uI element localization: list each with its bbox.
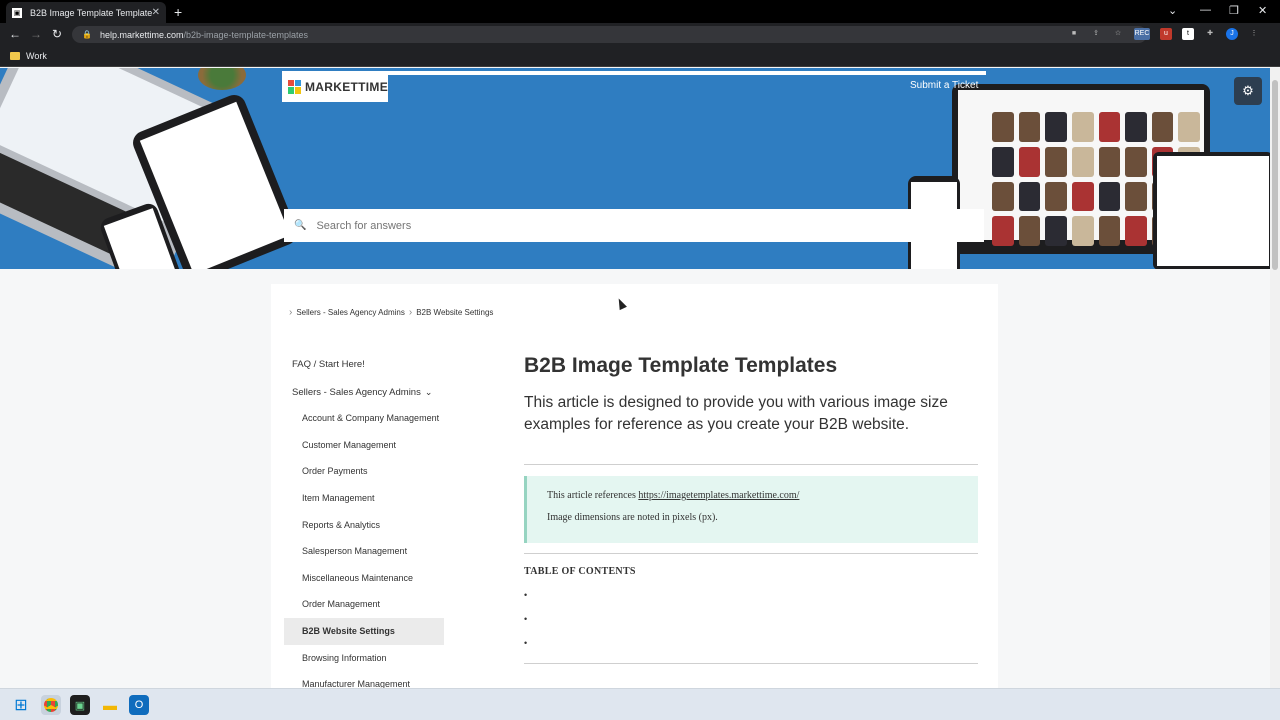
toc-item[interactable]: •: [524, 590, 527, 600]
search-box[interactable]: 🔍: [284, 209, 984, 242]
bookmark-star-icon[interactable]: ☆: [1112, 28, 1124, 40]
sidebar-item-account[interactable]: Account & Company Management: [284, 405, 444, 432]
web-page: MARKETTIME Submit a Ticket ⚙ 🔍 › Sellers…: [0, 68, 1270, 688]
toc-item[interactable]: •: [524, 614, 527, 624]
rec-extension-icon[interactable]: REC: [1134, 28, 1150, 40]
toc-item[interactable]: •: [524, 638, 527, 648]
windows-taskbar: ⊞ ▣ ▬ O: [0, 688, 1280, 720]
article-subtitle: This article is designed to provide you …: [524, 394, 948, 433]
sidebar-item-browsing[interactable]: Browsing Information: [284, 645, 444, 672]
toc-title: TABLE OF CONTENTS: [524, 566, 636, 577]
share-icon[interactable]: ⇪: [1090, 28, 1102, 40]
new-tab-icon[interactable]: +: [174, 4, 182, 20]
profile-avatar-icon[interactable]: J: [1226, 28, 1238, 40]
page-scrollbar[interactable]: [1270, 68, 1280, 688]
sidebar-item-sellers[interactable]: Sellers - Sales Agency Admins ⌄: [284, 379, 444, 406]
sidebar-item-order-payments[interactable]: Order Payments: [284, 458, 444, 485]
hero-banner: MARKETTIME Submit a Ticket ⚙ 🔍: [0, 68, 1270, 269]
bookmark-label: Work: [26, 51, 47, 61]
chevron-right-icon: ›: [408, 307, 413, 318]
menu-kebab-icon[interactable]: ⋮: [1248, 28, 1260, 40]
submit-ticket-link[interactable]: Submit a Ticket: [910, 80, 978, 91]
search-input[interactable]: [314, 218, 915, 233]
camera-icon[interactable]: ■: [1068, 28, 1080, 40]
browser-tab-bar: ▣ B2B Image Template Templates ✕ + ⌄ — ❐…: [0, 0, 1280, 23]
logo-mark-icon: [288, 79, 301, 94]
back-icon[interactable]: ←: [9, 27, 21, 41]
scrollbar-thumb[interactable]: [1272, 80, 1278, 270]
sidebar-item-b2b-website-settings[interactable]: B2B Website Settings: [284, 617, 444, 645]
url-path: /b2b-image-template-templates: [183, 29, 309, 40]
site-favicon-icon: ▣: [12, 7, 22, 18]
divider: [524, 663, 978, 664]
sidebar-item-label: Sellers - Sales Agency Admins: [292, 386, 421, 398]
breadcrumb-item[interactable]: Sellers - Sales Agency Admins: [296, 308, 405, 317]
sidebar-nav: FAQ / Start Here! Sellers - Sales Agency…: [284, 352, 444, 688]
jetbrains-icon[interactable]: ▣: [70, 695, 90, 715]
minimize-icon[interactable]: —: [1200, 4, 1211, 16]
divider: [524, 553, 978, 554]
hubspot-icon[interactable]: ⚙: [1234, 77, 1262, 105]
article-card: › Sellers - Sales Agency Admins › B2B We…: [271, 284, 998, 688]
window-close-icon[interactable]: ✕: [1258, 4, 1267, 17]
bookmark-work[interactable]: Work: [10, 51, 47, 61]
forward-icon[interactable]: →: [30, 27, 42, 41]
chevron-right-icon: ›: [289, 307, 293, 318]
folder-icon: [10, 52, 20, 60]
callout-box: This article references https://imagetem…: [524, 476, 978, 543]
callout-line-1: This article references https://imagetem…: [547, 490, 958, 501]
extensions-puzzle-icon[interactable]: ✚: [1204, 28, 1216, 40]
reload-icon[interactable]: ↻: [52, 27, 62, 41]
sidebar-item-misc[interactable]: Miscellaneous Maintenance: [284, 565, 444, 592]
url-host: help.markettime.com: [99, 29, 184, 40]
callout-line-2: Image dimensions are noted in pixels (px…: [547, 512, 718, 523]
t-extension-icon[interactable]: t: [1182, 28, 1194, 40]
tab-title: B2B Image Template Templates: [30, 7, 152, 18]
outlook-icon[interactable]: O: [129, 695, 149, 715]
sidebar-item-salesperson[interactable]: Salesperson Management: [284, 538, 444, 565]
plant-image: [198, 68, 246, 90]
sidebar-item-faq[interactable]: FAQ / Start Here!: [284, 352, 444, 379]
extension-icons: ■ ⇪ ☆ REC u t ✚ J ⋮: [1068, 28, 1260, 40]
file-explorer-icon[interactable]: ▬: [100, 695, 120, 715]
lock-icon: 🔒: [82, 30, 92, 39]
tab-search-icon[interactable]: ⌄: [1168, 4, 1177, 17]
sidebar-item-customer[interactable]: Customer Management: [284, 432, 444, 459]
breadcrumb-item[interactable]: B2B Website Settings: [416, 308, 493, 317]
bookmarks-bar: Work: [0, 46, 1280, 67]
callout-text: This article references: [547, 490, 639, 501]
browser-tab[interactable]: ▣ B2B Image Template Templates ✕: [6, 2, 166, 23]
divider: [524, 464, 978, 465]
markettime-logo[interactable]: MARKETTIME: [282, 71, 388, 102]
sidebar-item-manufacturer[interactable]: Manufacturer Management: [284, 671, 444, 688]
restore-icon[interactable]: ❐: [1229, 4, 1239, 17]
header-bar: [388, 71, 986, 75]
article-body: B2B Image Template Templates This articl…: [524, 352, 978, 664]
close-tab-icon[interactable]: ✕: [152, 7, 160, 18]
ublock-icon[interactable]: u: [1160, 28, 1172, 40]
sidebar-item-reports[interactable]: Reports & Analytics: [284, 512, 444, 539]
chrome-icon[interactable]: [41, 695, 61, 715]
sidebar-item-order-management[interactable]: Order Management: [284, 591, 444, 618]
sidebar-item-item-management[interactable]: Item Management: [284, 485, 444, 512]
windows-start-icon[interactable]: ⊞: [11, 695, 31, 715]
article-title: B2B Image Template Templates: [524, 354, 838, 377]
search-icon: 🔍: [294, 220, 307, 231]
logo-text: MARKETTIME: [305, 79, 388, 94]
address-bar[interactable]: 🔒 help.markettime.com/b2b-image-template…: [72, 26, 1147, 43]
chevron-down-icon: ⌄: [424, 386, 433, 397]
breadcrumb: › Sellers - Sales Agency Admins › B2B We…: [289, 307, 493, 318]
tablet-right-image: [1153, 152, 1270, 269]
imagetemplates-link[interactable]: https://imagetemplates.markettime.com/: [638, 490, 799, 501]
